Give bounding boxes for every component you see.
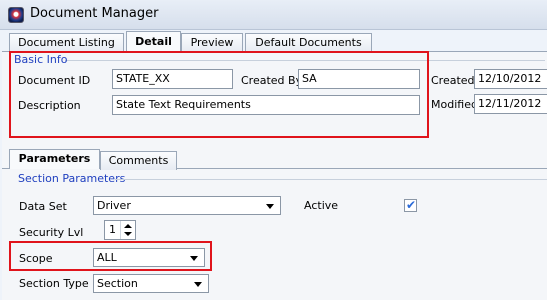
security-level-label: Security Lvl	[19, 226, 84, 239]
data-set-combo[interactable]: Driver	[93, 196, 281, 215]
basic-info-highlight	[9, 51, 429, 138]
section-parameters-label: Section Parameters	[18, 172, 126, 185]
checkmark-icon: ✔	[406, 198, 417, 212]
data-set-label: Data Set	[19, 200, 67, 213]
active-checkbox[interactable]: ✔	[404, 198, 417, 212]
security-level-stepper[interactable]: 1	[104, 220, 136, 240]
scope-highlight	[9, 241, 212, 271]
section-type-label: Section Type	[19, 277, 89, 290]
tab-default-documents[interactable]: Default Documents	[245, 33, 372, 52]
section-type-combo[interactable]: Section	[93, 274, 209, 293]
spinner-arrows-icon[interactable]	[120, 221, 135, 239]
section-parameters-divider	[115, 179, 547, 180]
created-label: Created	[431, 74, 475, 87]
security-level-value: 1	[109, 223, 116, 236]
data-set-value: Driver	[97, 199, 131, 212]
tab-document-listing[interactable]: Document Listing	[9, 33, 124, 52]
tab-detail[interactable]: Detail	[126, 31, 181, 52]
created-date-field[interactable]: 12/10/2012	[474, 69, 547, 89]
modified-label: Modified	[431, 98, 478, 111]
window-title: Document Manager	[30, 6, 159, 21]
tab-parameters[interactable]: Parameters	[9, 149, 100, 169]
tab-comments[interactable]: Comments	[100, 151, 177, 170]
section-type-value: Section	[97, 277, 138, 290]
modified-date-field[interactable]: 12/11/2012	[474, 94, 547, 114]
active-label: Active	[304, 199, 339, 212]
chevron-down-icon	[266, 204, 274, 209]
tab-preview[interactable]: Preview	[181, 33, 243, 52]
app-icon	[8, 7, 24, 23]
chevron-down-icon	[194, 282, 202, 287]
